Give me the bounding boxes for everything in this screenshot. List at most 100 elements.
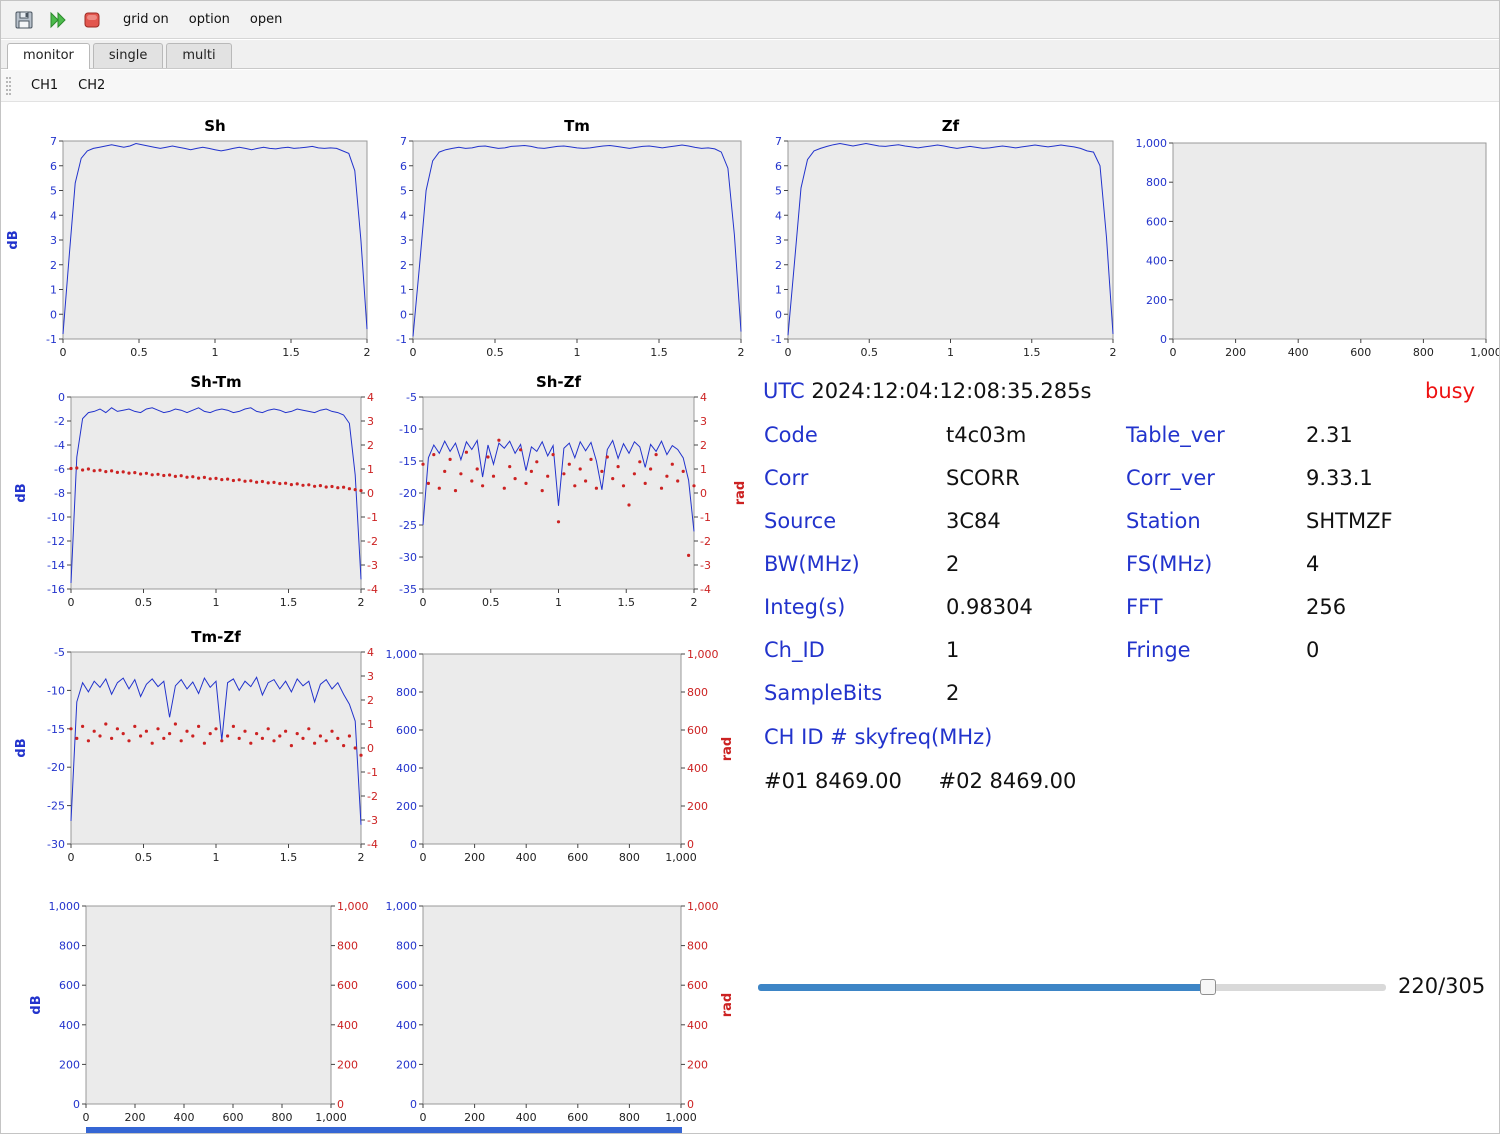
svg-text:1,000: 1,000	[386, 648, 418, 661]
ch-id-skyfreq-header: CH ID # skyfreq(MHz)	[764, 725, 992, 749]
svg-text:3: 3	[400, 234, 407, 247]
svg-text:0: 0	[1160, 333, 1167, 346]
channel-tab-ch2[interactable]: CH2	[68, 74, 115, 97]
info-row: CorrSCORR	[764, 466, 1033, 509]
svg-text:Zf: Zf	[942, 117, 960, 135]
svg-text:200: 200	[337, 1058, 358, 1071]
info-row: FS(MHz)4	[1126, 552, 1393, 595]
svg-text:Sh-Tm: Sh-Tm	[190, 373, 241, 391]
svg-text:4: 4	[367, 391, 374, 404]
svg-text:0: 0	[50, 308, 57, 321]
svg-text:-30: -30	[47, 838, 65, 851]
svg-text:5: 5	[400, 185, 407, 198]
tab-multi[interactable]: multi	[166, 43, 231, 68]
svg-text:1,000: 1,000	[687, 900, 719, 913]
skyfreq-values: #01 8469.00 #02 8469.00	[764, 769, 1106, 793]
svg-text:0.5: 0.5	[861, 346, 879, 359]
svg-text:0: 0	[83, 1111, 90, 1124]
chart-tm: Tm00.511.5276543210-1	[367, 113, 755, 369]
svg-text:800: 800	[1146, 176, 1167, 189]
svg-text:0: 0	[420, 1111, 427, 1124]
svg-text:-5: -5	[406, 391, 417, 404]
svg-text:-12: -12	[47, 535, 65, 548]
svg-text:200: 200	[464, 1111, 485, 1124]
svg-text:1.5: 1.5	[1023, 346, 1041, 359]
svg-text:5: 5	[775, 185, 782, 198]
svg-text:0: 0	[687, 838, 694, 851]
svg-text:200: 200	[396, 1058, 417, 1071]
info-row: Ch_ID1	[764, 638, 1033, 681]
run-button[interactable]	[43, 5, 73, 35]
menu-open[interactable]: open	[242, 8, 290, 31]
svg-text:4: 4	[700, 391, 707, 404]
svg-text:200: 200	[396, 800, 417, 813]
svg-text:Tm: Tm	[564, 117, 590, 135]
svg-text:600: 600	[1350, 346, 1371, 359]
svg-text:1.5: 1.5	[618, 596, 636, 609]
time-slider-value: 220/305	[1398, 974, 1485, 998]
app-window: grid on option open monitor single multi…	[0, 0, 1500, 1134]
svg-text:0: 0	[687, 1098, 694, 1111]
svg-text:-4: -4	[54, 439, 65, 452]
svg-text:-1: -1	[700, 511, 711, 524]
time-slider[interactable]	[758, 984, 1386, 991]
info-row: FFT256	[1126, 595, 1393, 638]
stop-icon	[81, 9, 103, 31]
svg-text:-5: -5	[54, 646, 65, 659]
svg-text:3: 3	[50, 234, 57, 247]
svg-text:0: 0	[410, 838, 417, 851]
svg-text:400: 400	[687, 762, 708, 775]
info-row: Table_ver2.31	[1126, 423, 1393, 466]
svg-text:7: 7	[775, 135, 782, 148]
chart-empty-top-right: 02004006008001,00002004006008001,000	[1127, 131, 1500, 369]
svg-text:800: 800	[687, 940, 708, 953]
svg-text:2: 2	[700, 439, 707, 452]
svg-text:-30: -30	[399, 551, 417, 564]
chart-tm-zf: Tm-Zf00.511.52-5-10-15-20-25-3043210-1-2…	[11, 624, 401, 874]
info-row: StationSHTMZF	[1126, 509, 1393, 552]
busy-indicator: busy	[1425, 379, 1475, 403]
svg-text:400: 400	[174, 1111, 195, 1124]
svg-text:400: 400	[516, 1111, 537, 1124]
svg-text:1: 1	[555, 596, 562, 609]
menu-option[interactable]: option	[181, 8, 238, 31]
svg-text:400: 400	[337, 1019, 358, 1032]
svg-text:1,000: 1,000	[49, 900, 81, 913]
toolbar-drag-handle[interactable]	[6, 77, 11, 95]
svg-text:400: 400	[59, 1019, 80, 1032]
svg-text:600: 600	[59, 979, 80, 992]
svg-text:800: 800	[619, 1111, 640, 1124]
svg-text:-20: -20	[47, 761, 65, 774]
svg-text:0: 0	[58, 391, 65, 404]
menu-grid-on[interactable]: grid on	[115, 8, 177, 31]
svg-text:200: 200	[1225, 346, 1246, 359]
svg-text:1: 1	[50, 284, 57, 297]
svg-text:1.5: 1.5	[650, 346, 668, 359]
svg-text:1,000: 1,000	[1470, 346, 1500, 359]
svg-text:1,000: 1,000	[337, 900, 369, 913]
svg-text:3: 3	[367, 415, 374, 428]
svg-text:7: 7	[400, 135, 407, 148]
tab-single[interactable]: single	[93, 43, 164, 68]
svg-text:-35: -35	[399, 583, 417, 596]
chart-sh-zf: Sh-Zf00.511.52-5-10-15-20-25-30-3543210-…	[377, 369, 752, 619]
stop-button[interactable]	[77, 5, 107, 35]
time-slider-thumb[interactable]	[1200, 979, 1216, 995]
svg-text:0: 0	[337, 1098, 344, 1111]
svg-text:2: 2	[358, 596, 365, 609]
svg-text:1: 1	[700, 463, 707, 476]
svg-text:3: 3	[775, 234, 782, 247]
svg-text:2: 2	[367, 439, 374, 452]
svg-text:0: 0	[73, 1098, 80, 1111]
channel-tab-ch1[interactable]: CH1	[21, 74, 68, 97]
svg-text:600: 600	[567, 851, 588, 864]
save-button[interactable]	[9, 5, 39, 35]
info-left-column: Codet4c03m CorrSCORR Source3C84 BW(MHz)2…	[764, 423, 1033, 724]
svg-text:200: 200	[125, 1111, 146, 1124]
svg-text:dB: dB	[29, 995, 44, 1014]
svg-text:-2: -2	[700, 535, 711, 548]
svg-text:600: 600	[337, 979, 358, 992]
svg-text:1,000: 1,000	[1136, 137, 1168, 150]
svg-text:-8: -8	[54, 487, 65, 500]
tab-monitor[interactable]: monitor	[7, 43, 90, 69]
